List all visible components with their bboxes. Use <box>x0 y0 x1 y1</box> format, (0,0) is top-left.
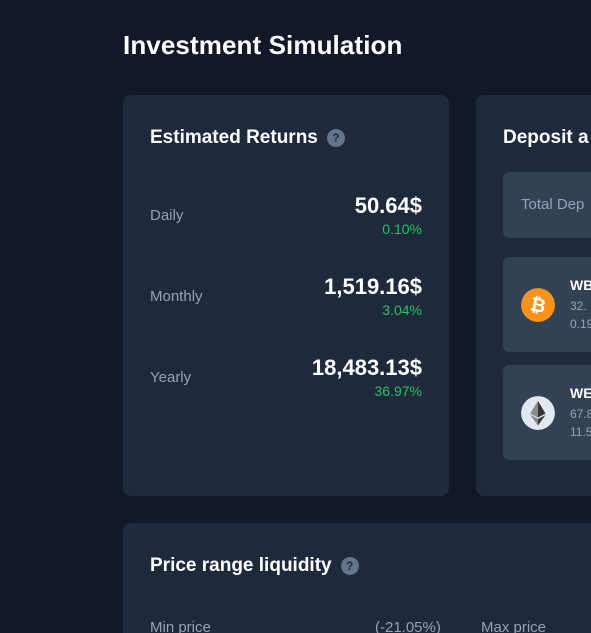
return-percent: 36.97% <box>374 383 422 399</box>
help-icon[interactable]: ? <box>326 129 345 147</box>
asset-card-weth[interactable]: WE 67.8 11.5 <box>503 365 591 460</box>
return-row-monthly: Monthly 1,519.16$ 3.04% <box>150 274 422 320</box>
asset-value: 0.19 <box>570 317 591 331</box>
return-label: Monthly <box>150 288 203 305</box>
estimated-returns-header: Estimated Returns ? <box>150 127 345 149</box>
asset-value: 11.5 <box>570 425 591 439</box>
bitcoin-icon: ₿ <box>521 288 555 322</box>
max-price-label: Max price <box>481 619 547 633</box>
asset-amount: 67.8 <box>570 407 591 421</box>
min-price-change: (-21.05%) <box>375 619 441 633</box>
price-range-card: Price range liquidity ? Min price (-21.0… <box>123 523 591 633</box>
price-range-title: Price range liquidity <box>150 555 332 576</box>
asset-name: WB <box>570 277 591 293</box>
asset-card-wbtc[interactable]: ₿ WB 32. 0.19 <box>503 257 591 352</box>
deposit-amounts-card: Deposit a Total Dep ₿ WB 32. 0.19 WE 67.… <box>476 95 591 496</box>
return-label: Daily <box>150 207 184 224</box>
return-row-yearly: Yearly 18,483.13$ 36.97% <box>150 355 422 401</box>
return-percent: 3.04% <box>382 302 422 318</box>
total-deposit-label: Total Dep <box>521 196 585 213</box>
return-amount: 50.64$ <box>354 193 422 218</box>
return-row-daily: Daily 50.64$ 0.10% <box>150 193 422 239</box>
return-label: Yearly <box>150 369 192 386</box>
asset-amount: 32. <box>570 299 587 313</box>
return-percent: 0.10% <box>382 221 422 237</box>
help-icon[interactable]: ? <box>340 557 359 575</box>
price-range-header: Price range liquidity ? <box>150 555 359 577</box>
ethereum-icon <box>521 396 555 430</box>
estimated-returns-title: Estimated Returns <box>150 127 318 148</box>
deposit-title: Deposit a <box>503 127 589 148</box>
return-amount: 18,483.13$ <box>311 355 422 380</box>
investment-simulation-page: Investment Simulation Estimated Returns … <box>0 0 591 633</box>
asset-name: WE <box>570 385 591 401</box>
page-title: Investment Simulation <box>123 30 403 60</box>
return-amount: 1,519.16$ <box>324 274 422 299</box>
min-price-label: Min price <box>150 619 211 633</box>
total-deposit-field[interactable]: Total Dep <box>503 172 591 238</box>
estimated-returns-card: Estimated Returns ? Daily 50.64$ 0.10% M… <box>123 95 449 496</box>
